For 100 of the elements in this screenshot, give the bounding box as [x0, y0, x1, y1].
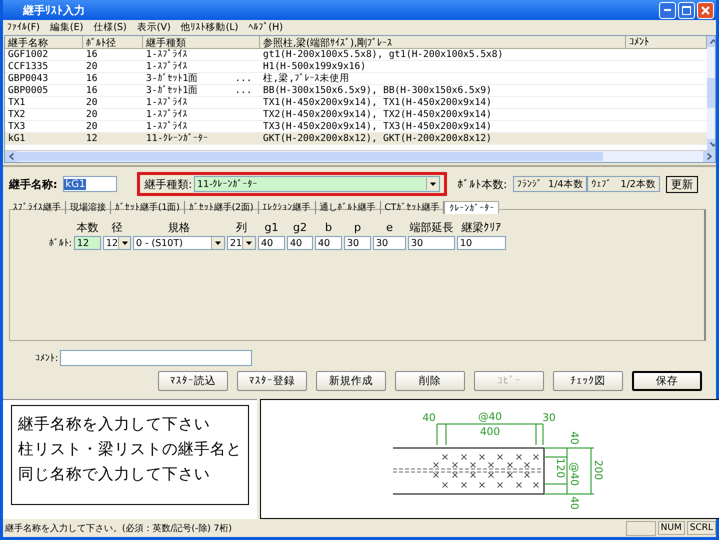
column-header: 本数	[76, 220, 100, 235]
menu-item[interactable]: 仕様(S)	[93, 21, 127, 34]
type-dropdown[interactable]: 11-ｸﾚｰﾝｶﾞｰﾀｰ	[194, 176, 440, 192]
dimension-label: @40	[478, 410, 502, 423]
column-header: 端部延長	[408, 220, 454, 235]
scroll-left-button[interactable]	[5, 151, 17, 162]
horizontal-scrollbar[interactable]	[5, 150, 715, 162]
scroll-thumb[interactable]	[17, 152, 603, 161]
menu-item[interactable]: ﾍﾙﾌﾟ(H)	[248, 22, 283, 33]
table-cell-text: TX1	[7, 97, 26, 108]
dimension-label: 40	[568, 496, 580, 510]
table-row[interactable]: kG1 12 11-ｸﾚｰﾝｶﾞｰﾀｰ GKT(H-200x200x8x12), GKT(H-200x200x8x12)	[5, 133, 707, 145]
column-header[interactable]: 継手名称	[5, 36, 83, 49]
update-button[interactable]: 更新	[666, 176, 698, 192]
column-header: e	[385, 221, 394, 234]
dimension-label: 120	[554, 458, 566, 478]
tab[interactable]: ｸﾚｰﾝｶﾞｰﾀｰ	[444, 201, 500, 214]
maximize-button[interactable]	[678, 2, 695, 18]
table-cell-text: gt1(H-200x100x5.5x8), gt1(H-200x100x5.5x8)	[262, 49, 504, 60]
scroll-right-button[interactable]	[703, 151, 715, 162]
table-cell-text: TX3(H-450x200x9x14), TX3(H-450x200x9x14)	[262, 121, 493, 132]
close-button[interactable]	[697, 2, 714, 18]
input-field[interactable]: 40	[287, 236, 313, 250]
input-field[interactable]: 30	[373, 236, 406, 250]
dropdown[interactable]: 21	[227, 236, 256, 250]
status-panel	[626, 520, 656, 536]
comment-field[interactable]	[60, 350, 252, 366]
column-header: p	[353, 221, 362, 234]
table-cell-text: CCF1335	[7, 61, 50, 72]
message-line: 同じ名称で入力して下さい	[18, 464, 211, 485]
readonly-field: ｳｪﾌﾞ 1/2本数	[587, 176, 660, 192]
column-header[interactable]: ｺﾒﾝﾄ	[626, 36, 707, 49]
table-cell-text: TX2	[7, 109, 26, 120]
column-header: 列	[235, 220, 248, 235]
dimension-lines	[544, 448, 594, 494]
dimension-label: 40	[568, 431, 580, 445]
name-field[interactable]: kG1	[63, 176, 118, 192]
close-icon[interactable]	[701, 6, 710, 14]
action-button[interactable]: 保存	[632, 371, 702, 391]
action-button[interactable]: ﾏｽﾀｰ読込	[158, 371, 228, 391]
input-field[interactable]: 30	[408, 236, 455, 250]
column-header[interactable]: ﾎﾞﾙﾄ径	[83, 36, 143, 49]
field-label: ｺﾒﾝﾄ:	[35, 352, 58, 364]
menu-item[interactable]: 編集(E)	[50, 21, 84, 34]
action-button[interactable]: ﾁｪｯｸ図	[553, 371, 623, 391]
dimension-label: 40	[422, 412, 436, 424]
tab[interactable]: ｶﾞｾｯﾄ継手(1面)	[111, 201, 185, 214]
tab[interactable]: 現場溶接	[66, 201, 111, 214]
action-button[interactable]: ﾏｽﾀｰ登録	[237, 371, 307, 391]
table-cell-text: 20	[85, 109, 98, 120]
action-button[interactable]: 新規作成	[316, 371, 386, 391]
input-field[interactable]: 40	[315, 236, 342, 250]
status-indicator: SCRL	[686, 521, 716, 535]
ellipsis-marker: ...	[234, 73, 253, 84]
column-header[interactable]: 参照柱,梁(端部ｻｲｽﾞ),剛ﾌﾞﾚｰｽ	[260, 36, 626, 49]
table-cell: 3-ｶﾞｾｯﾄ1面	[146, 85, 198, 96]
table-cell-text: GGF1002	[7, 49, 50, 60]
message-line: 継手名称を入力して下さい	[18, 414, 211, 435]
table-row[interactable]: GGF1002 16 1-ｽﾌﾟﾗｲｽ gt1(H-200x100x5.5x8), gt1(H-200x100x5.5x8)	[5, 49, 707, 61]
window-title: 継手ﾘｽﾄ入力	[23, 2, 85, 18]
input-field[interactable]: 12	[74, 236, 101, 250]
menu-item[interactable]: 他ﾘｽﾄ移動(L)	[180, 21, 238, 34]
table-row[interactable]: GBP0005 16 3-ｶﾞｾｯﾄ1面 ... BB(H-300x150x6.5x9), BB(H-300x150x6.5x9)	[5, 85, 707, 97]
table-cell-text: TX3	[7, 121, 26, 132]
maximize-icon[interactable]	[682, 6, 691, 14]
input-field[interactable]: 10	[457, 236, 506, 250]
column-header: b	[324, 221, 333, 234]
table-cell: 11-ｸﾚｰﾝｶﾞｰﾀｰ	[146, 133, 208, 144]
column-header: 径	[110, 220, 124, 235]
table-cell-text: 20	[85, 97, 98, 108]
dropdown[interactable]: 0 - (S10T)	[133, 236, 225, 250]
menu-item[interactable]: 表示(V)	[136, 21, 171, 34]
minimize-button[interactable]	[659, 2, 676, 18]
table-cell-text: TX2(H-450x200x9x14), TX2(H-450x200x9x14)	[262, 109, 493, 120]
table-cell-text: kG1	[7, 133, 26, 144]
table-cell-text: TX1(H-450x200x9x14), TX1(H-450x200x9x14)	[262, 97, 493, 108]
table-row[interactable]: GBP0043 16 3-ｶﾞｾｯﾄ1面 ... 柱,梁,ﾌﾞﾚｰｽ未使用	[5, 73, 707, 85]
menu-item[interactable]: ﾌｧｲﾙ(F)	[7, 22, 40, 33]
input-field[interactable]: 30	[344, 236, 371, 250]
dropdown[interactable]: 12	[103, 236, 131, 250]
input-field[interactable]: 40	[258, 236, 285, 250]
table-cell: 1-ｽﾌﾟﾗｲｽ	[146, 61, 188, 72]
table-cell-text: 16	[85, 49, 98, 60]
action-button[interactable]: 削除	[395, 371, 465, 391]
tab[interactable]: ｽﾌﾟﾗｲｽ継手	[9, 201, 66, 214]
table-row[interactable]: TX1 20 1-ｽﾌﾟﾗｲｽ TX1(H-450x200x9x14), TX1(H-450x200x9x14)	[5, 97, 707, 109]
table-row[interactable]: TX2 20 1-ｽﾌﾟﾗｲｽ TX2(H-450x200x9x14), TX2(H-450x200x9x14)	[5, 109, 707, 121]
row-label: ﾎﾞﾙﾄ:	[48, 238, 72, 248]
table-cell: 1-ｽﾌﾟﾗｲｽ	[146, 121, 188, 132]
column-header[interactable]: 継手種類	[143, 36, 260, 49]
table-cell-text: BB(H-300x150x6.5x9), BB(H-300x150x6.5x9)	[262, 85, 493, 96]
table-row[interactable]: CCF1335 20 1-ｽﾌﾟﾗｲｽ H1(H-500x199x9x16)	[5, 61, 707, 73]
table-cell: 1-ｽﾌﾟﾗｲｽ	[146, 109, 188, 120]
tab[interactable]: ｶﾞｾｯﾄ継手(2面)	[184, 201, 258, 214]
table-cell: 1-ｽﾌﾟﾗｲｽ	[146, 97, 188, 108]
tab[interactable]: 通しﾎﾞﾙﾄ継手	[316, 201, 380, 214]
column-header: 継梁ｸﾘｱ	[460, 220, 502, 235]
tab[interactable]: ｴﾚｸｼｮﾝ継手	[258, 201, 316, 214]
ellipsis-marker: ...	[234, 85, 253, 96]
table-cell-text: GKT(H-200x200x8x12), GKT(H-200x200x8x12)	[262, 133, 493, 144]
